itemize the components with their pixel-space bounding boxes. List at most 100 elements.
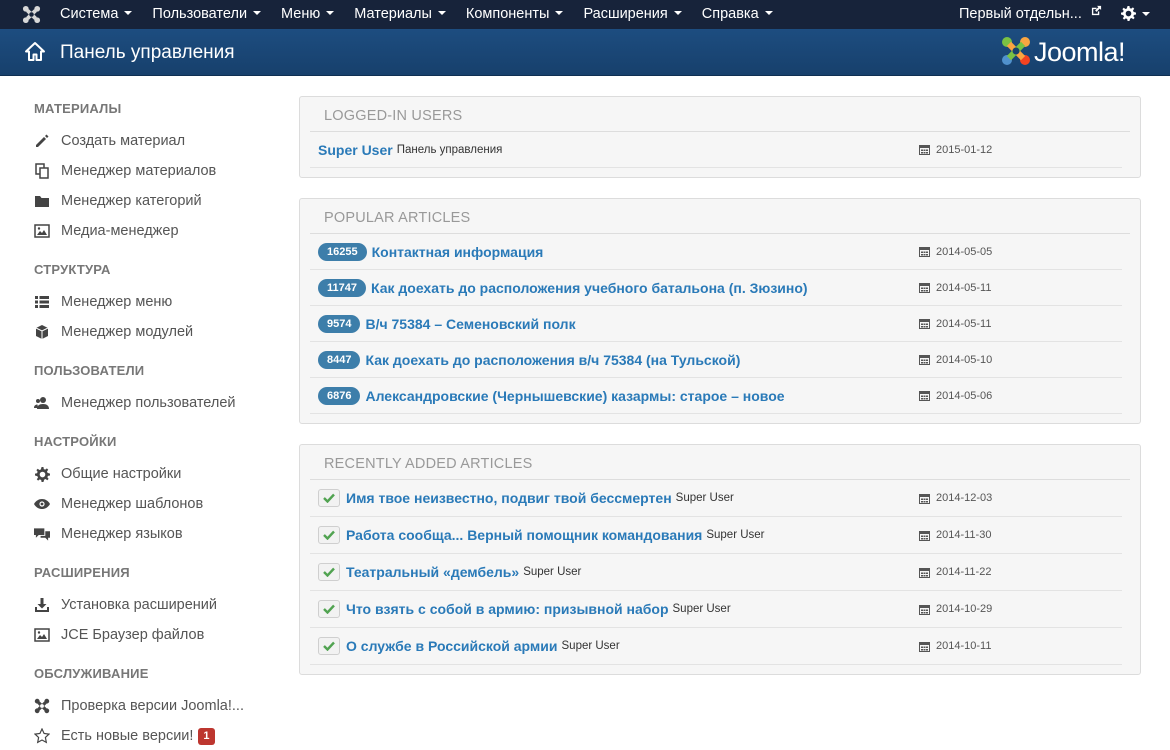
copy-icon <box>34 163 50 179</box>
row-main: 6876 Александровские (Чернышевские) каза… <box>318 378 785 413</box>
calendar-icon <box>919 493 930 504</box>
page-header: Панель управления Joomla! <box>0 29 1170 76</box>
article-link[interactable]: Имя твое неизвестно, подвиг твой бессмер… <box>346 490 672 506</box>
date-text: 2014-05-06 <box>936 389 993 402</box>
row-date: 2015-01-12 <box>919 132 992 167</box>
row-main: Работа сообща... Верный помощник командо… <box>318 517 765 553</box>
date-text: 2014-11-30 <box>936 529 992 541</box>
published-check-icon[interactable] <box>318 563 340 581</box>
article-link[interactable]: Работа сообща... Верный помощник командо… <box>346 527 702 543</box>
article-author: Super User <box>672 603 731 615</box>
row-date: 2014-05-10 <box>919 342 992 377</box>
menu-help[interactable]: Справка <box>692 0 783 29</box>
list-item: Театральный «дембель» Super User 2014-11… <box>310 554 1122 591</box>
article-link[interactable]: В/ч 75384 – Семеновский полк <box>365 316 575 332</box>
calendar-icon <box>919 567 930 578</box>
article-link[interactable]: Александровские (Чернышевские) казармы: … <box>365 388 784 404</box>
sidebar-item-module-manager[interactable]: Менеджер модулей <box>34 322 193 342</box>
sidebar-section-title: ПОЛЬЗОВАТЕЛИ <box>34 363 145 378</box>
sidebar-item-jce-browser[interactable]: JCE Браузер файлов <box>34 625 204 645</box>
calendar-icon <box>919 144 930 155</box>
published-check-icon[interactable] <box>318 600 340 618</box>
article-author: Super User <box>706 529 765 541</box>
user-link[interactable]: Super User <box>318 142 393 158</box>
sidebar-item-article-manager[interactable]: Менеджер материалов <box>34 161 216 181</box>
panel-title: POPULAR ARTICLES <box>324 210 471 226</box>
menu-content[interactable]: Материалы <box>344 0 456 29</box>
sidebar-item-user-manager[interactable]: Менеджер пользователей <box>34 393 236 413</box>
sidebar-item-version-check[interactable]: Проверка версии Joomla!... <box>34 696 244 716</box>
date-text: 2014-05-11 <box>936 317 992 330</box>
date-text: 2014-05-11 <box>936 281 992 294</box>
joomla-logo-icon[interactable] <box>22 5 41 24</box>
hits-badge: 9574 <box>318 314 361 333</box>
published-check-icon[interactable] <box>318 489 340 507</box>
published-check-icon[interactable] <box>318 526 340 544</box>
list-item: 16255 Контактная информация 2014-05-05 <box>310 234 1122 270</box>
article-link[interactable]: Как доехать до расположения учебного бат… <box>371 280 808 296</box>
caret-down-icon <box>555 11 564 16</box>
menu-label: Материалы <box>354 6 432 22</box>
sidebar-item-media-manager[interactable]: Медиа-менеджер <box>34 221 179 241</box>
site-link[interactable]: Первый отдельн... <box>959 0 1102 29</box>
sidebar-item-category-manager[interactable]: Менеджер категорий <box>34 191 202 211</box>
row-main: 11747 Как доехать до расположения учебно… <box>318 270 808 305</box>
external-link-icon <box>1091 0 1102 27</box>
caret-down-icon <box>253 11 262 16</box>
user-menu-button[interactable] <box>1121 5 1150 24</box>
row-date: 2014-12-03 <box>919 480 992 516</box>
caret-down-icon <box>673 11 682 16</box>
article-link[interactable]: О службе в Российской армии <box>346 638 558 654</box>
menu-extensions[interactable]: Расширения <box>573 0 691 29</box>
popular-articles-panel: POPULAR ARTICLES 16255 Контактная информ… <box>299 198 1141 424</box>
date-text: 2014-11-22 <box>936 566 992 578</box>
menu-label: Система <box>60 6 119 22</box>
menu-users[interactable]: Пользователи <box>142 0 271 29</box>
caret-down-icon <box>437 11 446 16</box>
picture-icon <box>34 223 50 239</box>
sidebar-item-updates[interactable]: Есть новые версии! 1 <box>34 726 215 746</box>
sidebar-item-template-manager[interactable]: Менеджер шаблонов <box>34 494 203 514</box>
date-text: 2014-05-10 <box>936 353 993 366</box>
sidebar-section-title: СТРУКТУРА <box>34 262 111 277</box>
calendar-icon <box>919 354 930 365</box>
article-link[interactable]: Контактная информация <box>372 244 544 260</box>
article-link[interactable]: Театральный «дембель» <box>346 564 519 580</box>
list-item: Работа сообща... Верный помощник командо… <box>310 517 1122 554</box>
hits-badge: 11747 <box>318 278 366 297</box>
user-location: Панель управления <box>396 143 503 156</box>
calendar-icon <box>919 530 930 541</box>
row-date: 2014-05-11 <box>919 306 991 341</box>
sidebar-item-create-article[interactable]: Создать материал <box>34 131 185 151</box>
row-main: О службе в Российской армии Super User <box>318 628 620 664</box>
list-item: О службе в Российской армии Super User 2… <box>310 628 1122 665</box>
row-date: 2014-10-29 <box>919 591 992 627</box>
article-link[interactable]: Как доехать до расположения в/ч 75384 (н… <box>365 352 740 368</box>
main-menu: Система Пользователи Меню Материалы Комп… <box>50 0 783 29</box>
recent-articles-panel: RECENTLY ADDED ARTICLES Имя твое неизвес… <box>299 444 1141 675</box>
published-check-icon[interactable] <box>318 637 340 655</box>
sidebar-item-install-extensions[interactable]: Установка расширений <box>34 595 217 615</box>
sidebar-item-language-manager[interactable]: Менеджер языков <box>34 524 183 544</box>
gear-icon <box>1121 5 1136 24</box>
gear-icon <box>34 466 50 482</box>
row-main: 8447 Как доехать до расположения в/ч 753… <box>318 342 740 377</box>
row-date: 2014-10-11 <box>919 628 991 664</box>
menu-menus[interactable]: Меню <box>271 0 344 29</box>
sidebar-item-label: Медиа-менеджер <box>61 223 179 239</box>
article-link[interactable]: Что взять с собой в армию: призывной наб… <box>346 601 669 617</box>
caret-down-icon <box>764 11 773 16</box>
caret-down-icon <box>124 11 133 16</box>
calendar-icon <box>919 390 930 401</box>
sidebar-item-global-config[interactable]: Общие настройки <box>34 464 181 484</box>
menu-components[interactable]: Компоненты <box>456 0 574 29</box>
panel-title: LOGGED-IN USERS <box>324 108 463 124</box>
list-item: Super User Панель управления 2015-01-12 <box>310 132 1122 168</box>
menu-label: Компоненты <box>465 6 550 22</box>
sidebar-item-menu-manager[interactable]: Менеджер меню <box>34 292 172 312</box>
sidebar-item-label: Менеджер языков <box>61 526 183 542</box>
users-icon <box>34 395 50 411</box>
menu-label: Расширения <box>583 6 668 22</box>
article-author: Super User <box>561 640 620 652</box>
menu-system[interactable]: Система <box>50 0 142 29</box>
